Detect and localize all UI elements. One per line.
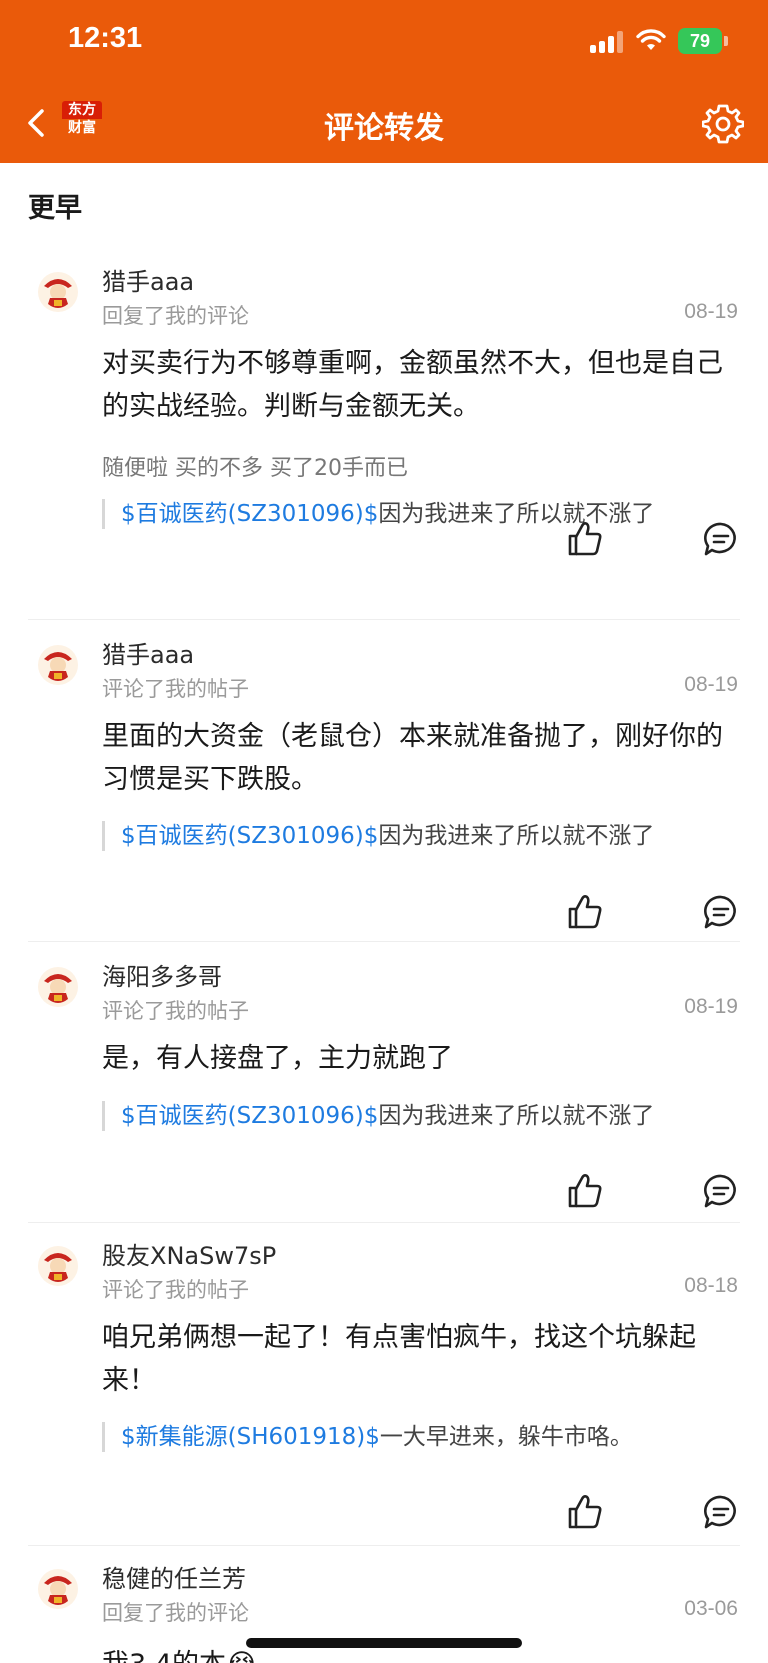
action-text: 回复了我的评论 xyxy=(102,304,249,328)
comment-item[interactable]: 海阳多多哥 评论了我的帖子 08-19 是，有人接盘了，主力就跑了 $百诚医药(… xyxy=(0,945,768,1223)
action-text: 回复了我的评论 xyxy=(102,1601,249,1625)
avatar-icon[interactable] xyxy=(36,1567,80,1611)
quote-text: 因为我进来了所以就不涨了 xyxy=(378,823,655,849)
stock-link[interactable]: $百诚医药(SZ301096)$ xyxy=(121,1103,378,1129)
battery-icon: 79 xyxy=(678,28,728,54)
quoted-post[interactable]: $新集能源(SH601918)$一大早进来，躲牛市咯。 xyxy=(102,1422,742,1452)
divider xyxy=(28,619,740,620)
stock-link[interactable]: $百诚医药(SZ301096)$ xyxy=(121,823,378,849)
comment-item[interactable]: 猎手aaa 评论了我的帖子 08-19 里面的大资金（老鼠仓）本来就准备抛了，刚… xyxy=(0,623,768,943)
comment-content[interactable]: 是，有人接盘了，主力就跑了 xyxy=(102,1037,736,1080)
comment-item[interactable]: 股友XNaSw7sP 评论了我的帖子 08-18 咱兄弟俩想一起了！有点害怕疯牛… xyxy=(0,1224,768,1546)
quoted-post[interactable]: $百诚医药(SZ301096)$因为我进来了所以就不涨了 xyxy=(102,821,742,851)
thumbs-up-icon[interactable] xyxy=(566,520,604,558)
quote-text: 一大早进来，躲牛市咯。 xyxy=(379,1424,633,1450)
comment-content[interactable]: 我3.4的本😭 xyxy=(102,1642,258,1663)
comment-date: 08-19 xyxy=(684,995,738,1018)
status-time: 12:31 xyxy=(68,22,143,54)
quoted-post[interactable]: $百诚医药(SZ301096)$因为我进来了所以就不涨了 xyxy=(102,1101,742,1131)
settings-gear-icon[interactable] xyxy=(702,103,744,145)
avatar-icon[interactable] xyxy=(36,643,80,687)
comment-bubble-icon[interactable] xyxy=(702,893,740,931)
status-bar: 12:31 79 xyxy=(0,0,768,85)
divider xyxy=(28,1222,740,1223)
section-title: 更早 xyxy=(28,193,82,224)
action-text: 评论了我的帖子 xyxy=(102,1278,249,1302)
divider xyxy=(28,1545,740,1546)
nav-bar: 东方 财富 评论转发 xyxy=(0,85,768,163)
comment-date: 03-06 xyxy=(684,1597,738,1620)
user-name[interactable]: 猎手aaa xyxy=(102,635,194,670)
signal-icon xyxy=(590,31,626,53)
comment-item[interactable]: 猎手aaa 回复了我的评论 08-19 对买卖行为不够尊重啊，金额虽然不大，但也… xyxy=(0,250,768,620)
user-name[interactable]: 稳健的任兰芳 xyxy=(102,1559,246,1594)
divider xyxy=(28,941,740,942)
comment-content[interactable]: 咱兄弟俩想一起了！有点害怕疯牛，找这个坑躲起来！ xyxy=(102,1316,736,1402)
thumbs-up-icon[interactable] xyxy=(566,1172,604,1210)
battery-level: 79 xyxy=(678,28,722,54)
reply-text: 随便啦 买的不多 买了20手而已 xyxy=(102,456,408,481)
comment-date: 08-19 xyxy=(684,300,738,323)
home-indicator[interactable] xyxy=(246,1638,522,1648)
quote-text: 因为我进来了所以就不涨了 xyxy=(378,1103,655,1129)
user-name[interactable]: 海阳多多哥 xyxy=(102,957,222,992)
avatar-icon[interactable] xyxy=(36,1244,80,1288)
action-text: 评论了我的帖子 xyxy=(102,999,249,1023)
action-text: 评论了我的帖子 xyxy=(102,677,249,701)
thumbs-up-icon[interactable] xyxy=(566,893,604,931)
stock-link[interactable]: $新集能源(SH601918)$ xyxy=(121,1424,380,1450)
comment-bubble-icon[interactable] xyxy=(702,520,740,558)
comment-date: 08-18 xyxy=(684,1274,738,1297)
comment-date: 08-19 xyxy=(684,673,738,696)
wifi-icon xyxy=(636,29,666,50)
avatar-icon[interactable] xyxy=(36,270,80,314)
comment-bubble-icon[interactable] xyxy=(702,1172,740,1210)
thumbs-up-icon[interactable] xyxy=(566,1493,604,1531)
comment-content[interactable]: 对买卖行为不够尊重啊，金额虽然不大，但也是自己的实战经验。判断与金额无关。 xyxy=(102,342,736,428)
quote-text: 因为我进来了所以就不涨了 xyxy=(378,501,655,527)
page-title: 评论转发 xyxy=(324,111,444,146)
comment-bubble-icon[interactable] xyxy=(702,1493,740,1531)
stock-link[interactable]: $百诚医药(SZ301096)$ xyxy=(121,501,378,527)
avatar-icon[interactable] xyxy=(36,965,80,1009)
user-name[interactable]: 猎手aaa xyxy=(102,262,194,297)
comment-content[interactable]: 里面的大资金（老鼠仓）本来就准备抛了，刚好你的习惯是买下跌股。 xyxy=(102,715,736,801)
quoted-post[interactable]: $百诚医药(SZ301096)$因为我进来了所以就不涨了 xyxy=(102,499,742,529)
user-name[interactable]: 股友XNaSw7sP xyxy=(102,1236,276,1271)
